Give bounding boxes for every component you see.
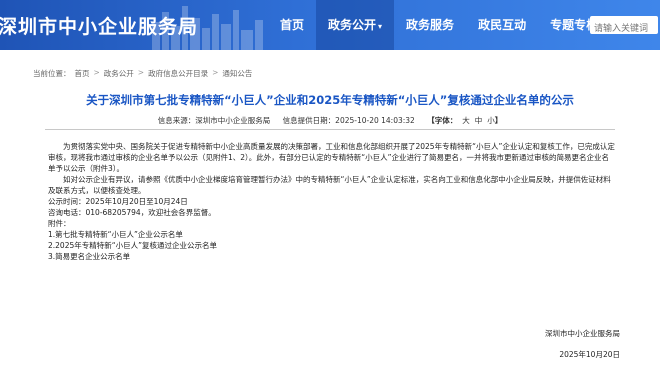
attachments-label: 附件： <box>48 219 71 228</box>
attachment-link-2[interactable]: 2.2025年专精特新“小巨人”复核通过企业公示名单 <box>48 240 616 251</box>
breadcrumb-gov-public[interactable]: 政务公开 <box>104 68 134 79</box>
nav-interaction[interactable]: 政民互动 <box>466 0 538 50</box>
main-nav: 首页 政务公开 ▾ 政务服务 政民互动 专题专栏 <box>268 0 610 50</box>
info-source: 信息来源：深圳市中小企业服务局 <box>157 116 271 125</box>
article-title: 关于深圳市第七批专精特新“小巨人”企业和2025年专精特新“小巨人”复核通过企业… <box>86 93 574 107</box>
font-small-button[interactable]: 小 <box>487 116 495 125</box>
nav-gov-affairs-public[interactable]: 政务公开 ▾ <box>316 0 395 50</box>
chevron-down-icon: ▾ <box>378 22 383 31</box>
font-size-control: 【字体： 大中小】 <box>427 116 502 125</box>
nav-gov-affairs-public-label: 政务公开 <box>328 18 377 32</box>
search-box <box>590 16 658 38</box>
font-large-button[interactable]: 大 <box>462 116 470 125</box>
font-size-end: 】 <box>494 116 503 125</box>
nav-home-label: 首页 <box>280 18 305 32</box>
breadcrumb: 当前位置： 首页 > 政务公开 > 政府信息公开目录 > 通知公告 <box>33 68 252 79</box>
article-body: 为贯彻落实党中央、国务院关于促进专精特新中小企业高质量发展的决策部署，工业和信息… <box>48 141 616 262</box>
attachment-link-1[interactable]: 1.第七批专精特新“小巨人”企业公示名单 <box>48 229 616 240</box>
contact-phone: 咨询电话：010-68205794，欢迎社会各界监督。 <box>48 208 216 217</box>
publicity-period: 公示时间：2025年10月20日至10月24日 <box>48 197 188 206</box>
search-input[interactable] <box>590 20 658 38</box>
signature-org: 深圳市中小企业服务局 <box>545 329 620 338</box>
site-title[interactable]: 深圳市中小企业服务局 <box>0 12 198 39</box>
breadcrumb-notices[interactable]: 通知公告 <box>222 68 252 79</box>
font-medium-button[interactable]: 中 <box>475 116 483 125</box>
nav-interaction-label: 政民互动 <box>478 18 527 32</box>
signature-date: 2025年10月20日 <box>559 350 620 359</box>
breadcrumb-separator: > <box>212 68 219 77</box>
intro-paragraph: 为贯彻落实党中央、国务院关于促进专精特新中小企业高质量发展的决策部署，工业和信息… <box>48 142 615 173</box>
divider <box>45 129 615 130</box>
nav-home[interactable]: 首页 <box>268 0 316 50</box>
info-date: 信息提供日期：2025-10-20 14:03:32 <box>282 116 415 125</box>
site-header: 深圳市中小企业服务局 首页 政务公开 ▾ 政务服务 政民互动 专题专栏 <box>0 0 660 50</box>
breadcrumb-prefix: 当前位置： <box>33 69 71 78</box>
breadcrumb-info-catalog[interactable]: 政府信息公开目录 <box>148 68 208 79</box>
breadcrumb-home[interactable]: 首页 <box>75 68 90 79</box>
font-size-label: 【字体： <box>427 116 458 125</box>
breadcrumb-separator: > <box>93 68 100 77</box>
nav-gov-services[interactable]: 政务服务 <box>394 0 466 50</box>
objection-paragraph: 如对公示企业有异议，请参照《优质中小企业梯度培育管理暂行办法》中的专精特新“小巨… <box>48 175 611 195</box>
attachment-link-3[interactable]: 3.简易更名企业公示名单 <box>48 251 616 262</box>
nav-gov-services-label: 政务服务 <box>406 18 455 32</box>
breadcrumb-separator: > <box>137 68 145 77</box>
article-meta: 信息来源：深圳市中小企业服务局 信息提供日期：2025-10-20 14:03:… <box>0 115 660 126</box>
